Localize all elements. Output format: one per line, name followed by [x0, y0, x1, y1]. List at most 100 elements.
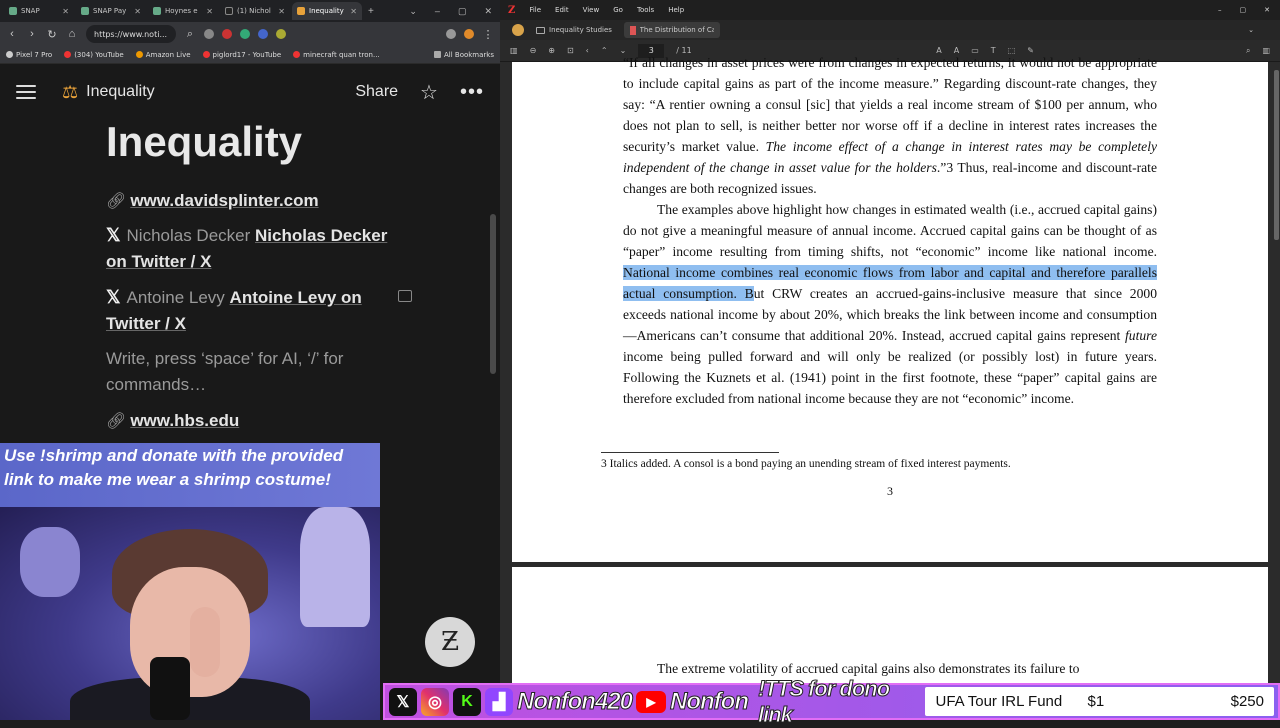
footnote-divider — [601, 452, 779, 453]
browser-tab-active[interactable]: Inequality ✕ — [292, 2, 362, 20]
tab-favicon-icon — [9, 7, 17, 15]
tab-label: SNAP — [21, 7, 40, 15]
block-placeholder[interactable]: Write, press ‘space’ for AI, ‘/’ for com… — [106, 346, 386, 398]
extension-icon[interactable] — [240, 29, 250, 39]
chevron-down-icon[interactable]: ⌄ — [409, 6, 417, 17]
extension-icon[interactable] — [258, 29, 268, 39]
menu-icon[interactable] — [16, 85, 36, 99]
link-row[interactable]: 𝕏 Antoine Levy Antoine Levy on Twitter / … — [106, 284, 406, 337]
browser-tab-bar: SNAP ✕ SNAP Pay ✕ Hoynes e ✕ (1) Nichol ✕ In… — [0, 0, 500, 22]
youtube-icon — [64, 51, 72, 58]
address-bar[interactable]: https://www.noti... — [86, 25, 176, 43]
viewer-tab-bar: Inequality Studies The Distribution of C… — [500, 20, 1280, 40]
minimize-icon[interactable]: – — [435, 6, 440, 17]
amazon-icon — [135, 51, 143, 58]
share-button[interactable]: Share — [355, 83, 398, 101]
tab-favicon-icon — [297, 7, 305, 15]
extension-icon[interactable] — [276, 29, 286, 39]
back-icon[interactable]: ‹ — [6, 28, 18, 40]
browser-tab[interactable]: (1) Nichol ✕ — [220, 2, 290, 20]
bookmark-label: Pixel 7 Pro — [16, 50, 53, 59]
streamer-handle: Nonfon420 — [516, 687, 633, 715]
stream-info-bar: 𝕏 ◎ K ▟ Nonfon420 ▶ Nonfon !TTS for dono… — [383, 675, 1280, 727]
close-icon[interactable]: ✕ — [206, 7, 213, 16]
link-text[interactable]: www.davidsplinter.com — [130, 191, 318, 210]
all-bookmarks-label: All Bookmarks — [443, 50, 494, 59]
menu-tools[interactable]: Tools — [637, 6, 654, 14]
bookmarks-bar: Pixel 7 Pro (304) YouTube Amazon Live pi… — [0, 46, 500, 64]
browser-tab[interactable]: SNAP ✕ — [4, 2, 74, 20]
tab-label: (1) Nichol — [237, 7, 271, 15]
menu-go[interactable]: Go — [613, 6, 623, 14]
zoom-in-icon[interactable]: ⊕ — [548, 46, 555, 55]
close-icon[interactable]: ✕ — [484, 6, 492, 17]
extension-icon[interactable] — [222, 29, 232, 39]
tab-favicon-icon — [81, 7, 89, 15]
download-icon[interactable] — [446, 29, 456, 39]
all-bookmarks[interactable]: All Bookmarks — [433, 50, 500, 59]
menu-file[interactable]: File — [529, 6, 541, 14]
page-title[interactable]: Inequality — [106, 118, 302, 166]
search-icon[interactable]: ⌕ — [184, 28, 196, 41]
zoom-out-icon[interactable]: ⊖ — [530, 46, 537, 55]
bookmark-item[interactable]: Amazon Live — [135, 51, 191, 59]
pdf-icon — [629, 25, 636, 35]
link-row[interactable]: 𝕏 Nicholas Decker Nicholas Decker on Twit… — [106, 222, 406, 275]
browser-tab[interactable]: SNAP Pay ✕ — [76, 2, 146, 20]
new-tab-icon[interactable]: + — [368, 6, 374, 17]
star-icon[interactable]: ☆ — [420, 80, 438, 105]
home-icon[interactable]: ⌂ — [66, 28, 78, 40]
zoom-reset-icon[interactable]: ⊡ — [567, 46, 574, 55]
sidebar-toggle-icon[interactable]: ▥ — [510, 46, 518, 55]
link-row[interactable]: 🔗︎ www.davidsplinter.com — [106, 188, 406, 215]
menu-view[interactable]: View — [583, 6, 600, 14]
streamer-hand — [190, 607, 220, 677]
extension-icon[interactable] — [204, 29, 214, 39]
more-options-icon[interactable]: ••• — [460, 81, 484, 104]
bookmark-label: (304) YouTube — [74, 50, 124, 59]
link-icon: 🔗︎ — [106, 193, 127, 210]
link-row[interactable]: 🔗︎ www.hbs.edu — [106, 408, 406, 435]
close-icon[interactable]: ✕ — [350, 7, 357, 16]
bookmark-item[interactable]: (304) YouTube — [64, 51, 124, 59]
bookmark-item[interactable]: Pixel 7 Pro — [6, 51, 52, 59]
back-icon[interactable]: ‹ — [586, 46, 589, 55]
profile-avatar[interactable] — [464, 29, 474, 39]
breadcrumb-title[interactable]: Inequality — [86, 83, 155, 101]
maximize-icon[interactable]: ▢ — [458, 6, 467, 17]
sidebar-right-icon[interactable]: ▥ — [1262, 46, 1280, 55]
chevron-down-icon[interactable]: ⌄ — [1248, 26, 1280, 34]
x-logo-icon: 𝕏 — [106, 287, 121, 307]
library-icon[interactable] — [512, 24, 524, 36]
close-icon[interactable]: ✕ — [1264, 6, 1270, 14]
menu-edit[interactable]: Edit — [555, 6, 569, 14]
close-icon[interactable]: ✕ — [134, 7, 141, 16]
scrollbar[interactable] — [490, 214, 496, 374]
bookmark-item[interactable]: piglord17 - YouTube — [202, 51, 281, 59]
menu-help[interactable]: Help — [668, 6, 684, 14]
tab-label: Inequality Studies — [549, 26, 612, 34]
tab-favicon-icon — [153, 7, 161, 15]
maximize-icon[interactable]: ▢ — [1240, 6, 1247, 14]
tab-document[interactable]: The Distribution of Capital — [623, 22, 720, 38]
minimize-icon[interactable]: – — [1218, 6, 1222, 14]
tab-label: SNAP Pay — [93, 7, 127, 15]
browser-tab[interactable]: Hoynes e ✕ — [148, 2, 218, 20]
window-controls: ⌄ – ▢ ✕ — [409, 6, 500, 17]
folder-icon — [536, 26, 545, 34]
comment-icon[interactable] — [398, 290, 412, 302]
close-icon[interactable]: ✕ — [62, 7, 69, 16]
menu-icon[interactable]: ⋮ — [482, 28, 494, 41]
bookmark-item[interactable]: minecraft quan tron... — [293, 51, 380, 59]
previous-page-icon[interactable]: ⌃ — [601, 46, 608, 55]
forward-icon[interactable]: › — [26, 28, 38, 40]
close-icon[interactable]: ✕ — [278, 7, 285, 16]
tab-label: Inequality — [309, 7, 344, 15]
link-source: Nicholas Decker — [126, 226, 251, 245]
reload-icon[interactable]: ↻ — [46, 28, 58, 41]
search-icon[interactable]: ⌕ — [1246, 46, 1250, 56]
scrollbar[interactable] — [1274, 70, 1279, 240]
kick-icon: K — [453, 687, 481, 716]
link-text[interactable]: www.hbs.edu — [130, 411, 239, 430]
tab-library[interactable]: Inequality Studies — [530, 22, 618, 38]
